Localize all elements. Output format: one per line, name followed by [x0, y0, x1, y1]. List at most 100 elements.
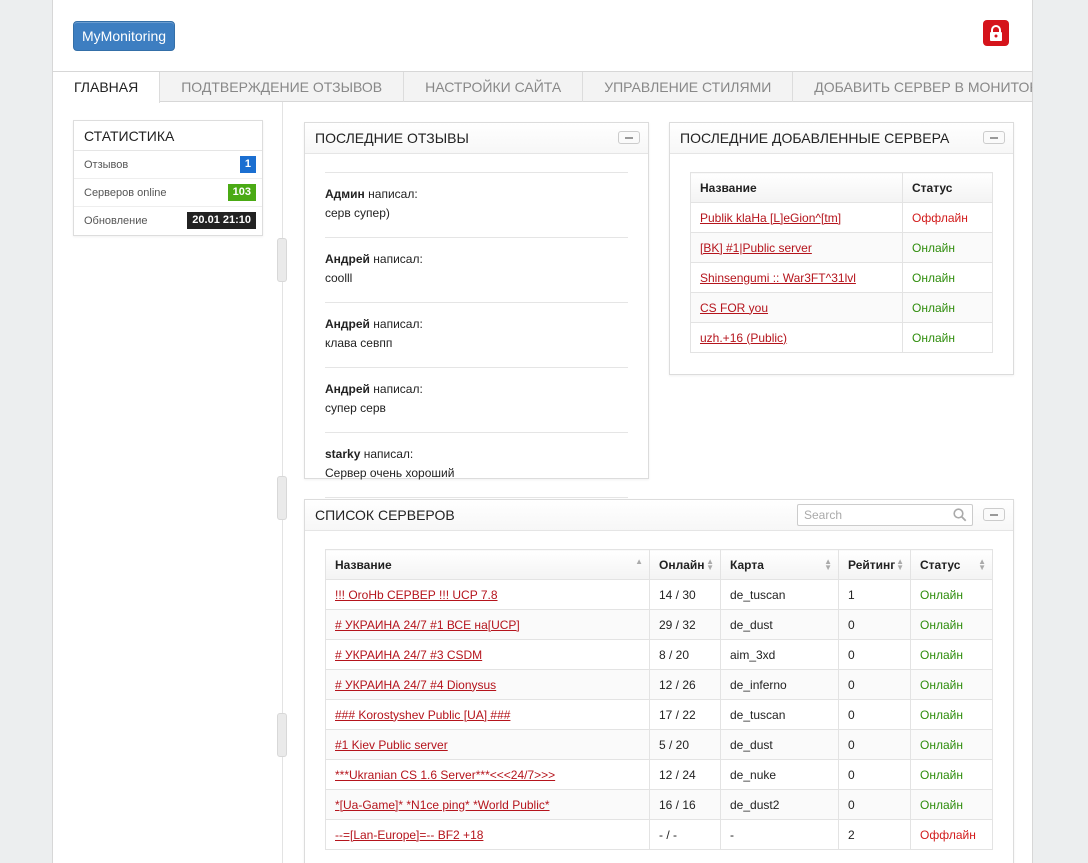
- column-header-status[interactable]: Статус ▲ ▼: [910, 549, 993, 580]
- nav-review-confirm[interactable]: ПОДТВЕРЖДЕНИЕ ОТЗЫВОВ: [160, 72, 405, 102]
- review-author: Андрей: [325, 317, 370, 331]
- column-header-rating[interactable]: Рейтинг ▲ ▼: [838, 549, 911, 580]
- server-link[interactable]: Shinsengumi :: War3FT^31lvl: [700, 271, 856, 285]
- server-link[interactable]: [BK] #1|Public server: [700, 241, 812, 255]
- map-cell: de_tuscan: [720, 699, 839, 730]
- rating-cell: 0: [838, 789, 911, 820]
- status-cell: Онлайн: [902, 292, 993, 323]
- sidebar-resize-handle[interactable]: [277, 238, 287, 282]
- main-nav: ГЛАВНАЯ ПОДТВЕРЖДЕНИЕ ОТЗЫВОВ НАСТРОЙКИ …: [53, 71, 1032, 103]
- stat-label: Отзывов: [84, 159, 129, 171]
- server-link[interactable]: Publik klaHa [L]eGion^[tm]: [700, 211, 841, 225]
- panel-title: ПОСЛЕДНИЕ ОТЗЫВЫ: [315, 130, 469, 146]
- map-cell: -: [720, 819, 839, 850]
- name-cell: uzh.+16 (Public): [690, 322, 903, 353]
- status-cell: Онлайн: [910, 699, 993, 730]
- review-text: серв супер): [325, 206, 390, 220]
- name-cell: Publik klaHa [L]eGion^[tm]: [690, 202, 903, 233]
- rating-cell: 2: [838, 819, 911, 850]
- column-header-online[interactable]: Онлайн ▲ ▼: [649, 549, 721, 580]
- nav-site-settings[interactable]: НАСТРОЙКИ САЙТА: [404, 72, 584, 102]
- header-label: Рейтинг: [848, 557, 896, 572]
- map-cell: de_tuscan: [720, 579, 839, 610]
- server-list-panel-title: СПИСОК СЕРВЕРОВ Search: [305, 500, 1013, 531]
- review-text: супер серв: [325, 401, 386, 415]
- server-link[interactable]: # УКРАИНА 24/7 #4 Dionysus: [335, 678, 496, 692]
- server-link[interactable]: --=[Lan-Europe]=-- BF2 +18: [335, 828, 483, 842]
- review-text: Сервер очень хороший: [325, 466, 455, 480]
- review-item: Андрей написал: coolll: [325, 237, 628, 302]
- panel-title: СПИСОК СЕРВЕРОВ: [315, 507, 455, 523]
- table-row: #1 Kiev Public server 5 / 20 de_dust 0 Онлай…: [325, 729, 993, 760]
- server-link[interactable]: ### Korostyshev Public [UA] ###: [335, 708, 510, 722]
- stat-label: Серверов online: [84, 187, 167, 199]
- online-cell: 5 / 20: [649, 729, 721, 760]
- map-cell: de_nuke: [720, 759, 839, 790]
- name-cell: ***Ukranian CS 1.6 Server***<<<24/7>>>: [325, 759, 650, 790]
- name-cell: # УКРАИНА 24/7 #1 ВСЕ на[UCP]: [325, 609, 650, 640]
- table-row: ### Korostyshev Public [UA] ### 17 / 22 de…: [325, 699, 993, 730]
- lock-icon[interactable]: [983, 20, 1009, 46]
- nav-home[interactable]: ГЛАВНАЯ: [53, 72, 161, 103]
- server-link[interactable]: *[Ua-Game]* *N1ce ping* *World Public*: [335, 798, 550, 812]
- review-author: Андрей: [325, 382, 370, 396]
- collapse-icon[interactable]: [983, 508, 1005, 521]
- table-row: --=[Lan-Europe]=-- BF2 +18 - / - -2 Оффлайн: [325, 819, 993, 850]
- sidebar-resize-handle[interactable]: [277, 713, 287, 757]
- collapse-icon[interactable]: [618, 131, 640, 144]
- name-cell: --=[Lan-Europe]=-- BF2 +18: [325, 819, 650, 850]
- sort-icon: ▲ ▼: [978, 557, 986, 572]
- server-link[interactable]: # УКРАИНА 24/7 #3 CSDM: [335, 648, 482, 662]
- online-cell: 29 / 32: [649, 609, 721, 640]
- column-header-status[interactable]: Статус: [902, 172, 993, 203]
- server-link[interactable]: # УКРАИНА 24/7 #1 ВСЕ на[UCP]: [335, 618, 520, 632]
- server-link[interactable]: CS FOR you: [700, 301, 768, 315]
- status-cell: Онлайн: [910, 669, 993, 700]
- server-table-wrap: Название ▲ Онлайн ▲ ▼ Карта ▲ ▼ Рейтинг ▲ ▼ Ста…: [305, 531, 1013, 850]
- recent-servers-table: Название Статус Publik klaHa [L]eGion^[t…: [690, 172, 993, 353]
- status-cell: Онлайн: [910, 579, 993, 610]
- name-cell: Shinsengumi :: War3FT^31lvl: [690, 262, 903, 293]
- review-item: Андрей написал: клава севпп: [325, 302, 628, 367]
- review-author: Админ: [325, 187, 365, 201]
- header-label: Онлайн: [659, 557, 705, 572]
- collapse-icon[interactable]: [983, 131, 1005, 144]
- panel-title: ПОСЛЕДНИЕ ДОБАВЛЕННЫЕ СЕРВЕРА: [680, 130, 950, 146]
- status-cell: Оффлайн: [902, 202, 993, 233]
- column-header-name[interactable]: Название ▲: [325, 549, 650, 580]
- header-label: Название: [335, 557, 392, 572]
- online-cell: - / -: [649, 819, 721, 850]
- rating-cell: 0: [838, 609, 911, 640]
- rating-cell: 1: [838, 579, 911, 610]
- status-cell: Оффлайн: [910, 819, 993, 850]
- search-input[interactable]: Search: [797, 504, 973, 526]
- name-cell: # УКРАИНА 24/7 #4 Dionysus: [325, 669, 650, 700]
- status-cell: Онлайн: [910, 759, 993, 790]
- sort-icon: ▲: [635, 557, 643, 566]
- online-cell: 16 / 16: [649, 789, 721, 820]
- brand-logo-button[interactable]: MyMonitoring: [73, 21, 176, 51]
- table-row: # УКРАИНА 24/7 #4 Dionysus 12 / 26 de_infe…: [325, 669, 993, 700]
- table-row: CS FOR you Онлайн: [690, 292, 993, 323]
- server-link[interactable]: uzh.+16 (Public): [700, 331, 787, 345]
- column-header-map[interactable]: Карта ▲ ▼: [720, 549, 839, 580]
- review-wrote: написал:: [373, 382, 423, 396]
- server-table: Название ▲ Онлайн ▲ ▼ Карта ▲ ▼ Рейтинг ▲ ▼ Ста…: [325, 549, 993, 850]
- sidebar-resize-handle[interactable]: [277, 476, 287, 520]
- rating-cell: 0: [838, 759, 911, 790]
- sidebar: СТАТИСТИКА Отзывов 1 Серверов online 103…: [53, 102, 283, 863]
- server-link[interactable]: !!! OroHb СЕРВЕР !!! UCP 7.8: [335, 588, 498, 602]
- server-link[interactable]: ***Ukranian CS 1.6 Server***<<<24/7>>>: [335, 768, 555, 782]
- column-header-name[interactable]: Название: [690, 172, 903, 203]
- nav-add-server[interactable]: ДОБАВИТЬ СЕРВЕР В МОНИТОРИНГ: [793, 72, 1032, 102]
- reviews-panel-title: ПОСЛЕДНИЕ ОТЗЫВЫ: [305, 123, 648, 154]
- recent-servers-panel: ПОСЛЕДНИЕ ДОБАВЛЕННЫЕ СЕРВЕРА Название С…: [669, 122, 1014, 375]
- review-wrote: написал:: [363, 447, 414, 461]
- status-cell: Онлайн: [910, 639, 993, 670]
- stats-title: СТАТИСТИКА: [74, 121, 262, 151]
- server-link[interactable]: #1 Kiev Public server: [335, 738, 448, 752]
- stats-widget: СТАТИСТИКА Отзывов 1 Серверов online 103…: [73, 120, 263, 236]
- nav-style-manage[interactable]: УПРАВЛЕНИЕ СТИЛЯМИ: [583, 72, 794, 102]
- sort-icon: ▲ ▼: [896, 557, 904, 572]
- status-cell: Онлайн: [910, 609, 993, 640]
